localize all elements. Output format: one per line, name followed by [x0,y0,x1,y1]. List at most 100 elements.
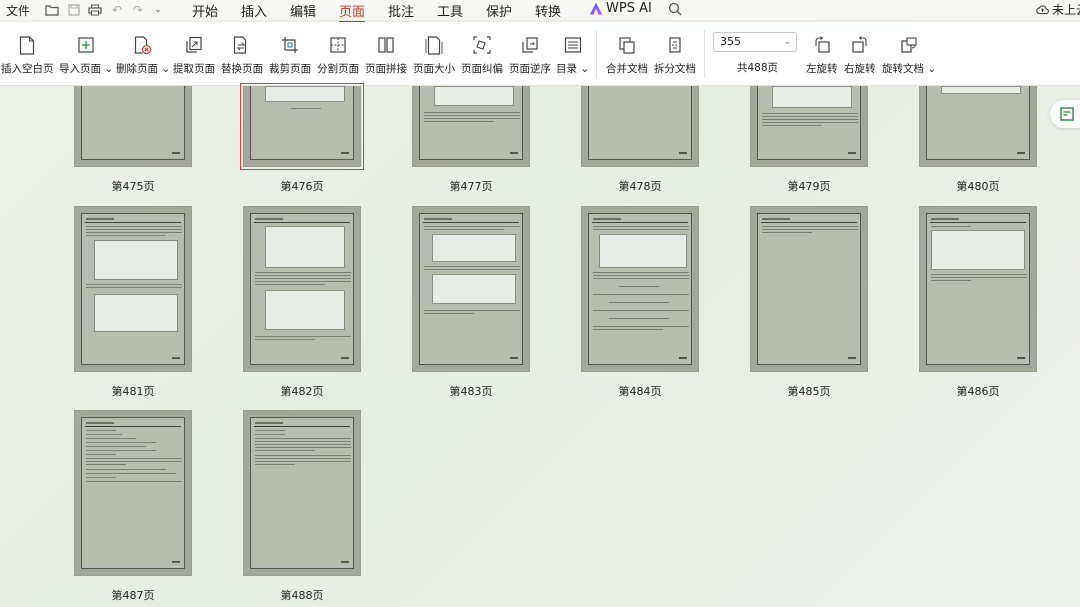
replace-page-button[interactable]: 替换页面 [221,34,263,76]
page-thumbnail[interactable] [919,86,1037,167]
rotate-left-button[interactable]: 左旋转 [806,34,838,76]
wps-ai-logo-icon [590,2,602,15]
cloud-status[interactable]: 未上云 [1036,1,1080,18]
ribbon-separator [704,30,705,78]
page-size-icon [423,34,445,56]
quick-access-more-icon[interactable]: ⌄ [150,2,166,18]
split-page-icon [327,34,349,56]
page-preview [419,213,523,365]
total-pages-label: 共488页 [737,62,779,74]
merge-document-button[interactable]: 合并文档 [606,34,648,76]
import-page-label: 导入页面 ⌄ [59,63,114,75]
redo-icon[interactable]: ↷ [130,2,146,18]
chevron-down-icon[interactable]: ⌄ [783,33,791,51]
rotate-right-button[interactable]: 右旋转 [844,34,876,76]
tab-comment[interactable]: 批注 [388,1,414,20]
split-document-icon [664,34,686,56]
page-thumbnail-label: 第479页 [787,180,831,193]
import-page-button[interactable]: 导入页面 ⌄ [59,34,113,76]
page-preview [588,86,692,160]
page-thumbnail-label: 第487页 [111,589,155,602]
page-thumbnail-label: 第484页 [618,385,662,398]
page-thumbnail[interactable] [412,86,530,167]
page-thumbnail[interactable] [581,206,699,372]
crop-page-button[interactable]: 裁剪页面 [269,34,311,76]
page-thumbnail-label: 第476页 [280,180,324,193]
wps-ai-button[interactable]: WPS AI [590,1,652,16]
page-thumbnail[interactable] [74,86,192,167]
ribbon-toolbar: 插入空白页 导入页面 ⌄ 删除页面 ⌄ 提取页面 替换页面 裁剪页面 分割页面 … [0,22,1080,86]
rotate-document-button[interactable]: 旋转文档 ⌄ [882,34,936,76]
split-document-button[interactable]: 拆分文档 [654,34,696,76]
page-preview [81,417,185,569]
page-thumbnail-label: 第482页 [280,385,324,398]
page-join-button[interactable]: 页面拼接 [365,34,407,76]
page-preview [926,86,1030,160]
page-preview [250,86,354,160]
print-icon[interactable] [87,2,103,18]
page-preview [926,213,1030,365]
undo-icon[interactable]: ↶ [109,2,125,18]
save-icon[interactable] [66,2,82,18]
split-document-label: 拆分文档 [654,63,696,75]
crop-page-label: 裁剪页面 [269,63,311,75]
open-folder-icon[interactable] [44,2,60,18]
page-reverse-button[interactable]: 页面逆序 [509,34,551,76]
rotate-document-icon [898,34,920,56]
page-thumbnail-label: 第481页 [111,385,155,398]
page-preview [81,86,185,160]
menu-bar: 文件 ↶ ↷ ⌄ 开始 插入 编辑 页面 批注 工具 保护 转换 WPS AI … [0,0,1080,23]
page-thumbnail[interactable] [919,206,1037,372]
extract-page-button[interactable]: 提取页面 [173,34,215,76]
page-deskew-button[interactable]: 页面纠偏 [461,34,503,76]
page-join-label: 页面拼接 [365,63,407,75]
merge-document-icon [616,34,638,56]
merge-document-label: 合并文档 [606,63,648,75]
page-thumbnail[interactable] [750,86,868,167]
tab-convert[interactable]: 转换 [535,1,561,20]
page-number-input[interactable]: 355 ⌄ [713,32,797,52]
delete-page-label: 删除页面 ⌄ [116,63,171,75]
extract-page-icon [183,34,205,56]
page-thumbnail[interactable] [243,206,361,372]
extract-page-label: 提取页面 [173,63,215,75]
page-thumbnail-selected[interactable] [240,83,364,170]
toc-label: 目录 ⌄ [556,63,590,75]
page-size-label: 页面大小 [413,63,455,75]
menu-file[interactable]: 文件 [6,2,30,19]
split-page-button[interactable]: 分割页面 [317,34,359,76]
page-preview [588,213,692,365]
tab-edit[interactable]: 编辑 [290,1,316,20]
page-preview [419,86,523,160]
page-thumbnail[interactable] [243,410,361,576]
tab-page[interactable]: 页面 [339,1,366,23]
page-preview [81,213,185,365]
delete-page-button[interactable]: 删除页面 ⌄ [116,34,170,76]
insert-blank-page-button[interactable]: 插入空白页 [1,34,54,76]
page-thumbnail[interactable] [581,86,699,167]
page-reverse-icon [519,34,541,56]
search-icon[interactable] [668,2,684,18]
page-thumbnail-label: 第483页 [449,385,493,398]
tab-protect[interactable]: 保护 [486,1,512,20]
page-deskew-icon [471,34,493,56]
toc-button[interactable]: 目录 ⌄ [556,34,589,76]
tab-home[interactable]: 开始 [192,1,218,20]
page-number-value: 355 [720,35,741,48]
page-thumbnail[interactable] [412,206,530,372]
page-thumbnail-label: 第475页 [111,180,155,193]
tab-insert[interactable]: 插入 [241,1,267,20]
page-thumbnail[interactable] [74,206,192,372]
page-thumbnail-label: 第477页 [449,180,493,193]
page-size-button[interactable]: 页面大小 [413,34,455,76]
page-thumbnail[interactable] [74,410,192,576]
page-thumbnail-label: 第478页 [618,180,662,193]
split-page-label: 分割页面 [317,63,359,75]
rotate-left-label: 左旋转 [806,63,838,75]
document-tool-icon [1060,107,1074,121]
tab-tools[interactable]: 工具 [437,1,463,20]
page-thumbnail[interactable] [750,206,868,372]
side-panel-toggle-button[interactable] [1050,100,1080,128]
replace-page-label: 替换页面 [221,63,263,75]
page-join-icon [375,34,397,56]
